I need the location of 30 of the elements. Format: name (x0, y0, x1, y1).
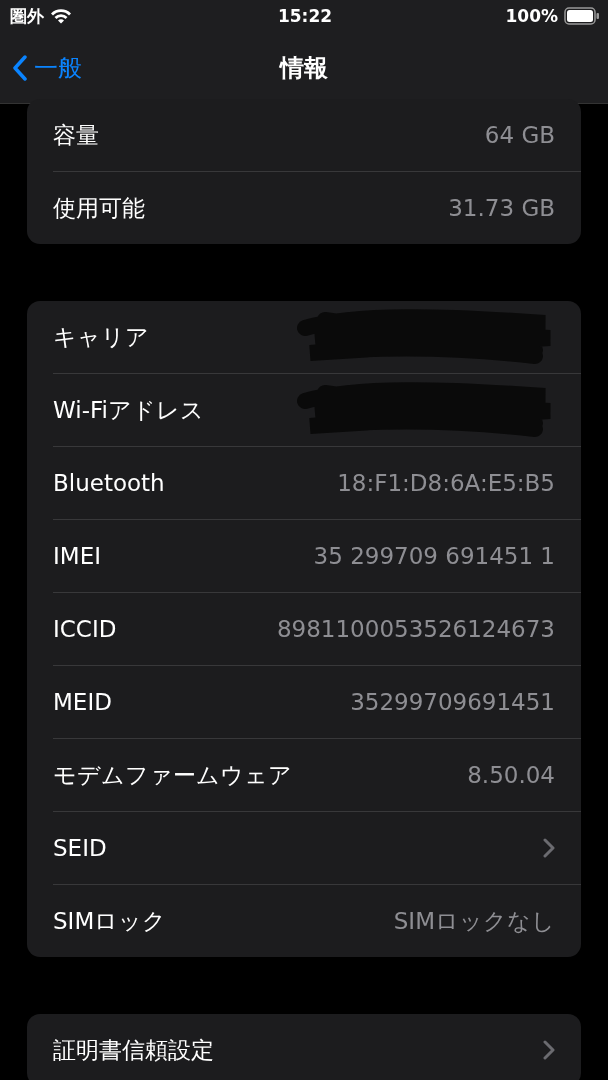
clock-time: 15:22 (277, 6, 333, 26)
row-label: MEID (53, 689, 112, 715)
row-label: 容量 (53, 120, 99, 150)
chevron-icon (543, 1040, 555, 1060)
row-label: ICCID (53, 616, 117, 642)
chevron-icon (543, 838, 555, 858)
row-value: 18:F1:D8:6A:E5:B5 (337, 470, 555, 496)
row-label: Bluetooth (53, 470, 165, 496)
row-value: 64 GB (484, 122, 555, 148)
row-value: 35299709691451 (350, 689, 555, 715)
row-label: キャリア (53, 322, 149, 352)
row-label: SEID (53, 835, 107, 861)
row-label: SIMロック (53, 906, 167, 936)
row-value: SIMロックなし (393, 906, 555, 936)
row-value: 31.73 GB (448, 195, 555, 221)
page-title: 情報 (280, 52, 328, 84)
carrier-text: 圏外 (10, 4, 44, 28)
row-value: 8.50.04 (467, 762, 555, 788)
row-value: 35 299709 691451 1 (313, 543, 555, 569)
back-chevron-icon (12, 54, 28, 81)
battery-icon (564, 7, 600, 25)
row-value: 8981100053526124673 (276, 616, 555, 642)
row-label: モデムファームウェア (53, 760, 292, 790)
row-label: IMEI (53, 543, 101, 569)
battery-percent: 100% (505, 6, 558, 26)
row-label: 証明書信頼設定 (53, 1035, 214, 1065)
back-button[interactable]: 一般 (12, 51, 82, 84)
row-label: Wi-Fiアドレス (53, 395, 204, 425)
row-label: 使用可能 (53, 193, 145, 223)
wifi-icon (50, 8, 72, 24)
